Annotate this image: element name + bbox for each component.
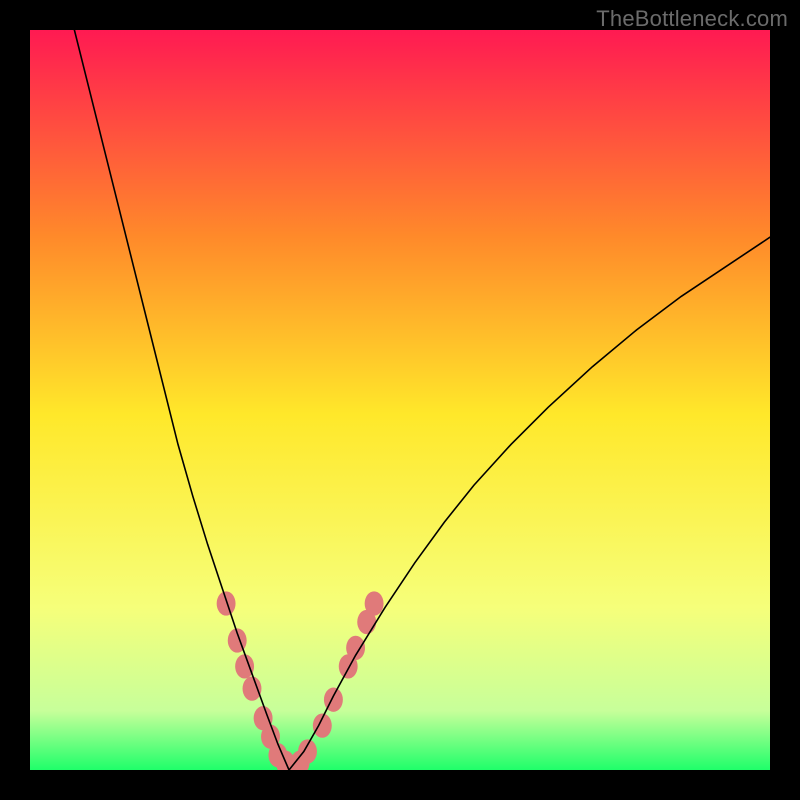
- marker-dot: [243, 676, 262, 700]
- watermark-label: TheBottleneck.com: [596, 6, 788, 32]
- marker-dot: [217, 591, 236, 615]
- marker-dot: [235, 654, 254, 678]
- marker-dot: [298, 739, 317, 763]
- marker-dot: [365, 591, 384, 615]
- gradient-background: [30, 30, 770, 770]
- chart-svg: [30, 30, 770, 770]
- chart-frame: [30, 30, 770, 770]
